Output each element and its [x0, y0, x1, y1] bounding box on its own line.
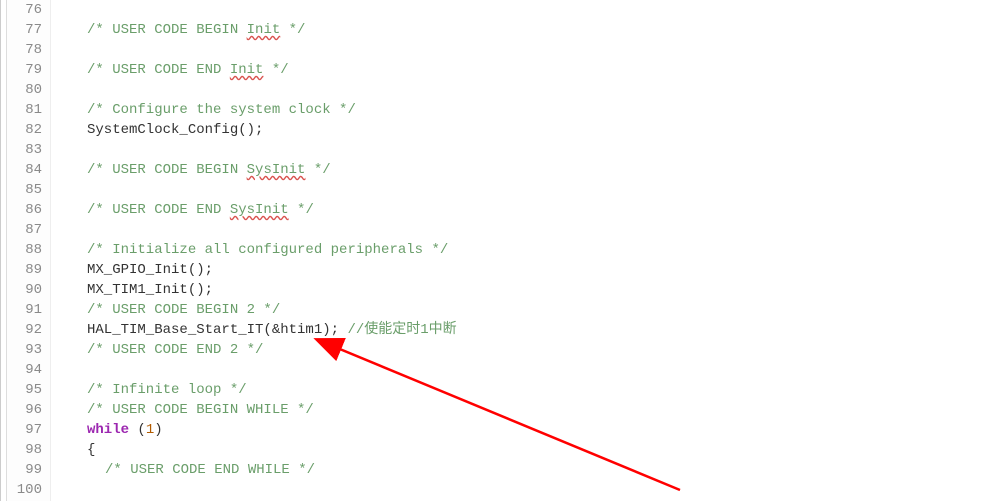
line-number: 93 — [7, 340, 42, 360]
code-area[interactable]: /* USER CODE BEGIN Init *//* USER CODE E… — [51, 0, 1004, 501]
code-line[interactable]: { — [69, 440, 1004, 460]
line-number: 76 — [7, 0, 42, 20]
code-editor[interactable]: 7677787980818283848586878889909192939495… — [0, 0, 1004, 501]
code-token: MX_GPIO_Init(); — [87, 262, 213, 278]
code-token: /* USER CODE END 2 */ — [87, 342, 263, 358]
line-number: 78 — [7, 40, 42, 60]
code-token: */ — [289, 202, 314, 218]
line-number: 82 — [7, 120, 42, 140]
code-token: /* USER CODE END WHILE */ — [105, 462, 315, 478]
code-line[interactable] — [69, 220, 1004, 240]
line-number: 88 — [7, 240, 42, 260]
line-number: 77 — [7, 20, 42, 40]
code-line[interactable] — [69, 80, 1004, 100]
line-number: 98 — [7, 440, 42, 460]
code-token: /* Configure the system clock */ — [87, 102, 356, 118]
code-line[interactable] — [69, 180, 1004, 200]
code-line[interactable]: /* Infinite loop */ — [69, 380, 1004, 400]
code-line[interactable] — [69, 140, 1004, 160]
code-token: /* USER CODE BEGIN — [87, 162, 247, 178]
code-token: while — [87, 422, 129, 438]
code-token: /* Initialize all configured peripherals… — [87, 242, 448, 258]
line-number: 97 — [7, 420, 42, 440]
line-number: 83 — [7, 140, 42, 160]
code-line[interactable]: /* Initialize all configured peripherals… — [69, 240, 1004, 260]
code-token: MX_TIM1_Init(); — [87, 282, 213, 298]
line-number: 85 — [7, 180, 42, 200]
code-token: //使能定时1中断 — [347, 322, 456, 338]
line-number-gutter: 7677787980818283848586878889909192939495… — [7, 0, 51, 501]
line-number: 81 — [7, 100, 42, 120]
code-line[interactable]: /* USER CODE BEGIN 2 */ — [69, 300, 1004, 320]
code-line[interactable]: MX_GPIO_Init(); — [69, 260, 1004, 280]
code-line[interactable] — [69, 0, 1004, 20]
code-token: */ — [280, 22, 305, 38]
line-number: 89 — [7, 260, 42, 280]
code-token: /* USER CODE END — [87, 62, 230, 78]
code-token: /* USER CODE BEGIN 2 */ — [87, 302, 280, 318]
code-token: ) — [154, 422, 162, 438]
code-token: 1 — [146, 422, 154, 438]
line-number: 94 — [7, 360, 42, 380]
code-token: SysInit — [230, 202, 289, 218]
code-line[interactable]: /* USER CODE END Init */ — [69, 60, 1004, 80]
line-number: 87 — [7, 220, 42, 240]
code-line[interactable]: /* USER CODE END SysInit */ — [69, 200, 1004, 220]
line-number: 100 — [7, 480, 42, 500]
code-token: Init — [247, 22, 281, 38]
code-token: SysInit — [247, 162, 306, 178]
code-token: /* Infinite loop */ — [87, 382, 247, 398]
line-number: 95 — [7, 380, 42, 400]
code-line[interactable]: /* Configure the system clock */ — [69, 100, 1004, 120]
code-line[interactable] — [69, 360, 1004, 380]
code-line[interactable] — [69, 480, 1004, 500]
code-line[interactable]: /* USER CODE END WHILE */ — [69, 460, 1004, 480]
line-number: 91 — [7, 300, 42, 320]
code-line[interactable]: while (1) — [69, 420, 1004, 440]
code-token: */ — [263, 62, 288, 78]
code-token: /* USER CODE END — [87, 202, 230, 218]
code-token: ( — [129, 422, 146, 438]
line-number: 96 — [7, 400, 42, 420]
code-token: */ — [305, 162, 330, 178]
line-number: 86 — [7, 200, 42, 220]
code-line[interactable]: /* USER CODE BEGIN SysInit */ — [69, 160, 1004, 180]
line-number: 99 — [7, 460, 42, 480]
code-line[interactable]: /* USER CODE END 2 */ — [69, 340, 1004, 360]
code-line[interactable]: MX_TIM1_Init(); — [69, 280, 1004, 300]
code-line[interactable]: /* USER CODE BEGIN Init */ — [69, 20, 1004, 40]
code-line[interactable] — [69, 40, 1004, 60]
line-number: 80 — [7, 80, 42, 100]
code-token: SystemClock_Config(); — [87, 122, 263, 138]
line-number: 84 — [7, 160, 42, 180]
code-line[interactable]: /* USER CODE BEGIN WHILE */ — [69, 400, 1004, 420]
line-number: 79 — [7, 60, 42, 80]
code-line[interactable]: SystemClock_Config(); — [69, 120, 1004, 140]
code-token: Init — [230, 62, 264, 78]
code-token: HAL_TIM_Base_Start_IT(&htim1); — [87, 322, 347, 338]
code-line[interactable]: HAL_TIM_Base_Start_IT(&htim1); //使能定时1中断 — [69, 320, 1004, 340]
code-token: /* USER CODE BEGIN WHILE */ — [87, 402, 314, 418]
line-number: 92 — [7, 320, 42, 340]
code-token: { — [87, 442, 95, 458]
line-number: 90 — [7, 280, 42, 300]
code-token: /* USER CODE BEGIN — [87, 22, 247, 38]
